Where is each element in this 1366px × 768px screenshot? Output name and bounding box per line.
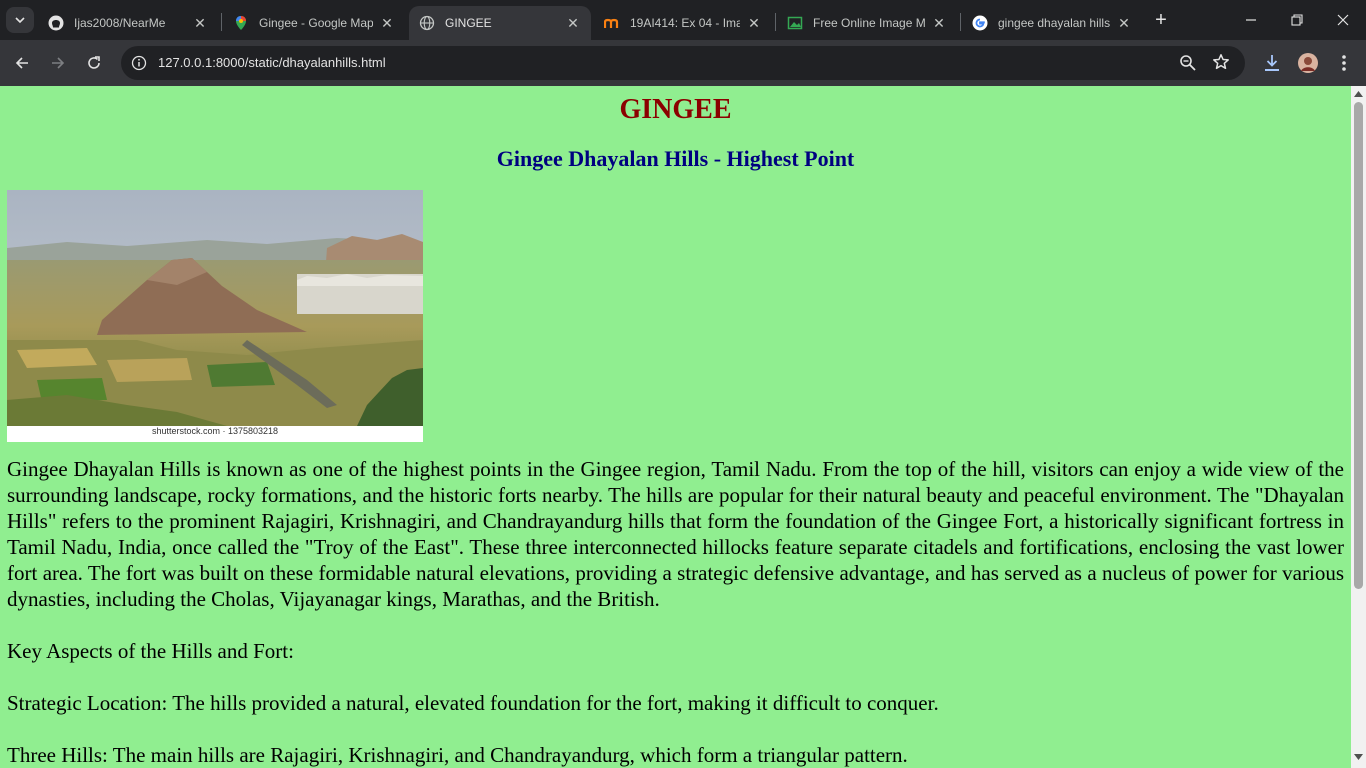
page-viewport: GINGEE Gingee Dhayalan Hills - Highest P… [0, 86, 1351, 768]
scroll-up-icon[interactable] [1354, 91, 1363, 97]
arrow-right-icon [52, 57, 65, 69]
tab-gingee[interactable]: GINGEE ✕ [409, 6, 591, 40]
tab-github[interactable]: Ijas2008/NearMe ✕ [38, 6, 218, 40]
avatar-icon [1298, 53, 1318, 73]
intro-paragraph: Gingee Dhayalan Hills is known as one of… [7, 457, 1344, 611]
vertical-scrollbar[interactable] [1351, 86, 1366, 768]
close-icon[interactable]: ✕ [192, 15, 208, 31]
tab-separator [221, 13, 222, 31]
download-icon [1265, 55, 1279, 71]
reload-button[interactable] [79, 47, 109, 79]
minimize-icon [1246, 19, 1256, 21]
tab-strip: Ijas2008/NearMe ✕ Gingee - Google Maps ✕… [0, 0, 1366, 40]
tab-google-search[interactable]: gingee dhayalan hills ✕ [962, 6, 1142, 40]
reload-icon [88, 56, 100, 69]
close-icon[interactable]: ✕ [565, 15, 581, 31]
new-tab-button[interactable]: + [1150, 10, 1172, 32]
tab-title: Ijas2008/NearMe [74, 16, 166, 30]
restore-icon [1291, 14, 1303, 26]
menu-button[interactable] [1332, 50, 1356, 76]
landscape-image [7, 190, 423, 426]
downloads-button[interactable] [1260, 50, 1284, 76]
tab-title: 19AI414: Ex 04 - Image [630, 16, 740, 30]
site-info-icon[interactable] [129, 53, 149, 73]
browser-toolbar: 127.0.0.1:8000/static/dhayalanhills.html [0, 40, 1366, 86]
page-subtitle: Gingee Dhayalan Hills - Highest Point [496, 146, 855, 171]
tab-title: Free Online Image Maker [813, 16, 925, 30]
tab-title: gingee dhayalan hills [998, 16, 1110, 30]
profile-avatar[interactable] [1296, 50, 1320, 76]
tab-google-maps[interactable]: Gingee - Google Maps ✕ [223, 6, 405, 40]
hill-photo: shutterstock.com · 1375803218 [7, 190, 423, 442]
close-icon [1337, 14, 1349, 26]
page-title: GINGEE [619, 94, 732, 125]
close-icon[interactable]: ✕ [379, 15, 395, 31]
more-vert-icon [1342, 55, 1346, 71]
forward-button[interactable] [43, 47, 73, 79]
close-icon[interactable]: ✕ [931, 15, 947, 31]
tab-title: GINGEE [445, 16, 492, 30]
url-text[interactable]: 127.0.0.1:8000/static/dhayalanhills.html [158, 46, 386, 80]
close-icon[interactable]: ✕ [746, 15, 762, 31]
scroll-down-icon[interactable] [1354, 754, 1363, 760]
tab-image-maker[interactable]: Free Online Image Maker ✕ [777, 6, 957, 40]
close-window-button[interactable] [1320, 0, 1366, 40]
image-credit: shutterstock.com · 1375803218 [151, 426, 279, 436]
google-maps-icon [233, 15, 249, 31]
tab-title: Gingee - Google Maps [259, 16, 373, 30]
bookmark-star-icon[interactable] [1212, 53, 1230, 76]
tab-separator [960, 13, 961, 31]
strategic-location-paragraph: Strategic Location: The hills provided a… [7, 691, 939, 715]
github-icon [48, 15, 64, 31]
address-bar[interactable]: 127.0.0.1:8000/static/dhayalanhills.html [121, 46, 1245, 80]
zoom-icon[interactable] [1179, 54, 1197, 77]
moodle-icon [604, 15, 620, 31]
close-icon[interactable]: ✕ [1116, 15, 1132, 31]
restore-button[interactable] [1274, 0, 1320, 40]
chevron-down-icon [15, 17, 25, 24]
key-aspects-heading: Key Aspects of the Hills and Fort: [7, 639, 294, 663]
minimize-button[interactable] [1228, 0, 1274, 40]
scrollbar-thumb[interactable] [1354, 102, 1363, 589]
three-hills-paragraph: Three Hills: The main hills are Rajagiri… [7, 743, 908, 767]
tab-moodle[interactable]: 19AI414: Ex 04 - Image ✕ [594, 6, 772, 40]
globe-icon [419, 15, 435, 31]
arrow-left-icon [15, 57, 28, 69]
tab-search-button[interactable] [6, 7, 34, 33]
back-button[interactable] [7, 47, 37, 79]
image-icon [787, 15, 803, 31]
tab-separator [775, 13, 776, 31]
google-icon [972, 15, 988, 31]
